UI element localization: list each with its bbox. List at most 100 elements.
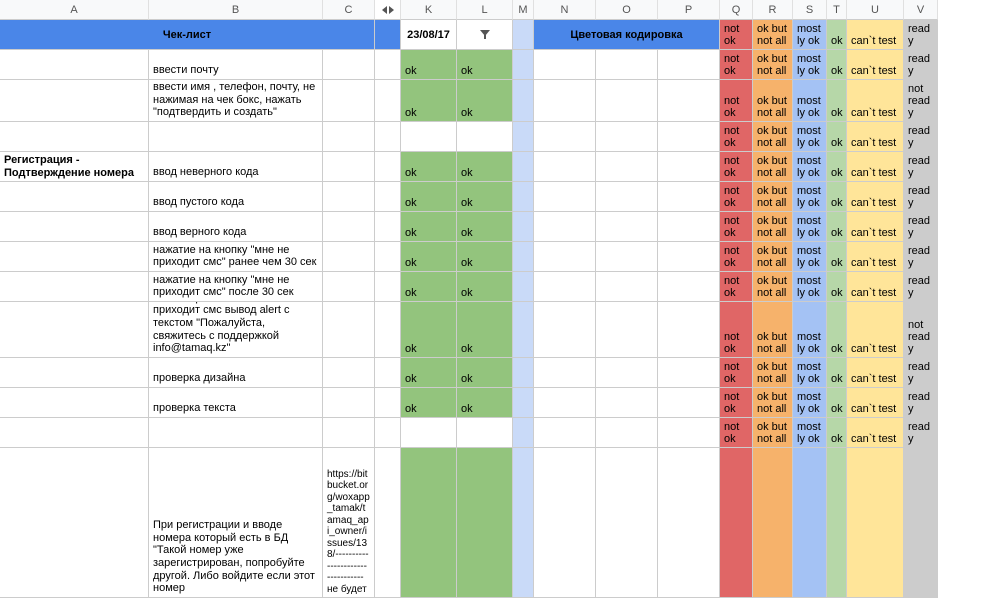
cell-M[interactable]: [513, 50, 534, 80]
cell-N[interactable]: [534, 418, 596, 448]
cell-C[interactable]: [323, 358, 375, 388]
cell-N[interactable]: [534, 122, 596, 152]
group-toggle[interactable]: [375, 0, 401, 20]
cell-O[interactable]: [596, 418, 658, 448]
cell-B[interactable]: ввод неверного кода: [149, 152, 323, 182]
col-header-N[interactable]: N: [534, 0, 596, 20]
cell-O[interactable]: [596, 122, 658, 152]
cell-L[interactable]: ok: [457, 272, 513, 302]
cell-L[interactable]: ok: [457, 358, 513, 388]
col-header-B[interactable]: B: [149, 0, 323, 20]
cell-N[interactable]: [534, 182, 596, 212]
cell-N[interactable]: [534, 152, 596, 182]
col-header-L[interactable]: L: [457, 0, 513, 20]
cell-C[interactable]: [323, 242, 375, 272]
cell-A[interactable]: [0, 302, 149, 358]
cell-K[interactable]: ok: [401, 212, 457, 242]
cell-K[interactable]: ok: [401, 182, 457, 212]
spreadsheet[interactable]: A B C K L M N O P Q R S T U V Чек-лист 2…: [0, 0, 981, 598]
cell-P[interactable]: [658, 152, 720, 182]
cell-K[interactable]: ok: [401, 388, 457, 418]
cell-A[interactable]: [0, 50, 149, 80]
cell[interactable]: [793, 448, 827, 598]
cell-div[interactable]: [375, 182, 401, 212]
cell-P[interactable]: [658, 182, 720, 212]
cell-div[interactable]: [375, 272, 401, 302]
cell[interactable]: [401, 448, 457, 598]
cell-div[interactable]: [375, 242, 401, 272]
cell[interactable]: [457, 448, 513, 598]
col-header-V[interactable]: V: [904, 0, 938, 20]
cell-L[interactable]: ok: [457, 302, 513, 358]
cell-N[interactable]: [534, 302, 596, 358]
cell-N[interactable]: [534, 388, 596, 418]
cell-B[interactable]: после 4 раз нажатых что не приходит смс …: [149, 302, 323, 358]
cell-P[interactable]: [658, 212, 720, 242]
cell-O[interactable]: [596, 182, 658, 212]
cell-K[interactable]: ok: [401, 152, 457, 182]
cell-O[interactable]: [596, 302, 658, 358]
col-header-K[interactable]: K: [401, 0, 457, 20]
cell-L[interactable]: ok: [457, 50, 513, 80]
col-header-C[interactable]: C: [323, 0, 375, 20]
cell-B[interactable]: ввести имя , телефон, почту, не нажимая …: [149, 80, 323, 122]
cell-M[interactable]: [513, 182, 534, 212]
col-header-Q[interactable]: Q: [720, 0, 753, 20]
cell-M[interactable]: [513, 122, 534, 152]
cell[interactable]: [904, 448, 938, 598]
cell-K[interactable]: ok: [401, 50, 457, 80]
cell-A[interactable]: Регистрация - Подтверждение номера: [0, 152, 149, 182]
cell-div[interactable]: [375, 302, 401, 358]
cell-L[interactable]: ok: [457, 388, 513, 418]
cell-C[interactable]: [323, 80, 375, 122]
cell-K[interactable]: ok: [401, 242, 457, 272]
col-header-M[interactable]: M: [513, 0, 534, 20]
cell-O[interactable]: [596, 272, 658, 302]
cell-A[interactable]: [0, 272, 149, 302]
cell[interactable]: [720, 448, 753, 598]
col-header-T[interactable]: T: [827, 0, 847, 20]
cell-A[interactable]: [0, 358, 149, 388]
cell-P[interactable]: [658, 272, 720, 302]
bottom-link[interactable]: https://bitbucket.org/woxapp_tamak/tamaq…: [323, 448, 375, 598]
cell-O[interactable]: [596, 152, 658, 182]
cell-K[interactable]: ok: [401, 302, 457, 358]
cell-B[interactable]: нажатие на кнопку "мне не приходит смс" …: [149, 272, 323, 302]
cell-M[interactable]: [513, 388, 534, 418]
cell-N[interactable]: [534, 272, 596, 302]
cell-P[interactable]: [658, 50, 720, 80]
cell-C[interactable]: [323, 418, 375, 448]
cell-L[interactable]: ok: [457, 182, 513, 212]
cell-L[interactable]: ok: [457, 152, 513, 182]
cell-N[interactable]: [534, 358, 596, 388]
cell[interactable]: [0, 448, 149, 598]
date-cell[interactable]: 23/08/17: [401, 20, 457, 50]
cell-B[interactable]: ввод пустого кода: [149, 182, 323, 212]
col-header-P[interactable]: P: [658, 0, 720, 20]
cell[interactable]: [513, 20, 534, 50]
cell-C[interactable]: [323, 152, 375, 182]
cell-L[interactable]: [457, 418, 513, 448]
cell-M[interactable]: [513, 212, 534, 242]
col-header-A[interactable]: A: [0, 0, 149, 20]
cell[interactable]: [847, 448, 904, 598]
cell-P[interactable]: [658, 358, 720, 388]
cell-div[interactable]: [375, 80, 401, 122]
cell-P[interactable]: [658, 302, 720, 358]
col-header-S[interactable]: S: [793, 0, 827, 20]
cell-O[interactable]: [596, 242, 658, 272]
cell[interactable]: [753, 448, 793, 598]
cell-B[interactable]: нажатие на кнопку "мне не приходит смс" …: [149, 242, 323, 272]
bottom-note[interactable]: При регистрации и вводе номера который е…: [149, 448, 323, 598]
cell-K[interactable]: ok: [401, 80, 457, 122]
cell-C[interactable]: [323, 212, 375, 242]
cell[interactable]: [827, 448, 847, 598]
cell-P[interactable]: [658, 122, 720, 152]
cell-M[interactable]: [513, 242, 534, 272]
cell-A[interactable]: [0, 80, 149, 122]
cell-K[interactable]: [401, 122, 457, 152]
cell-B[interactable]: ввод верного кода: [149, 212, 323, 242]
cell-B[interactable]: проверка дизайна: [149, 358, 323, 388]
cell-O[interactable]: [596, 358, 658, 388]
cell[interactable]: [534, 448, 596, 598]
